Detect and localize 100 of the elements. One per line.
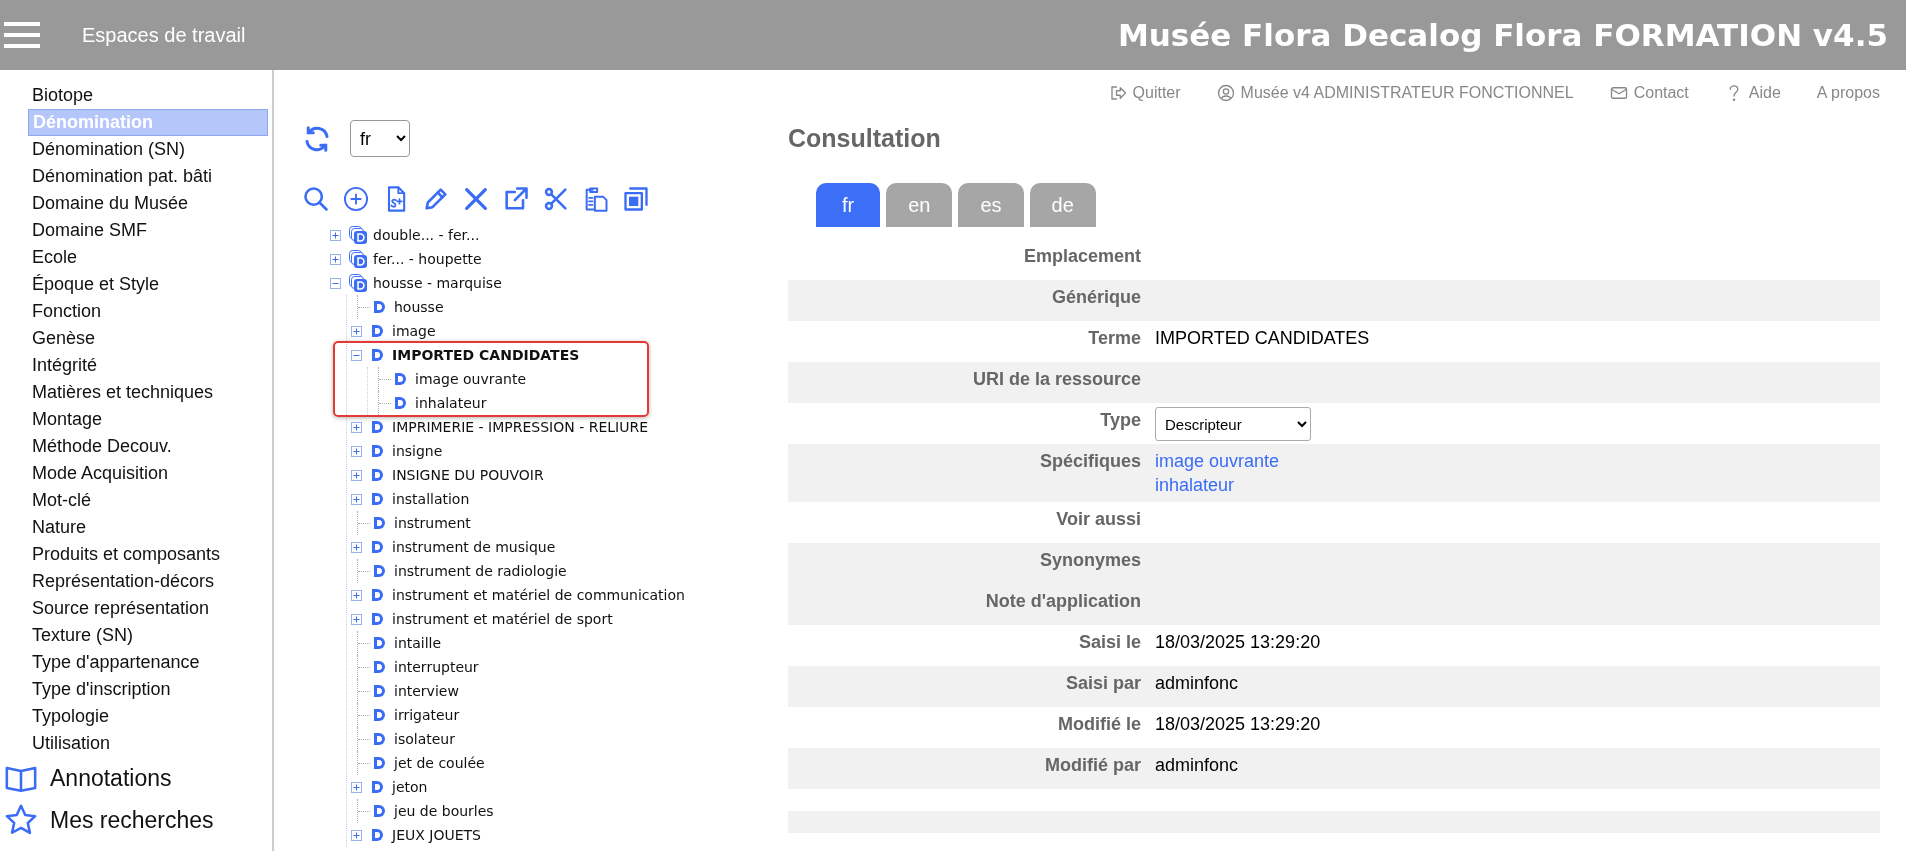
tree-item[interactable]: interrupteur xyxy=(394,659,479,675)
sidebar-item[interactable]: Biotope xyxy=(28,82,268,109)
expand-toggle[interactable] xyxy=(351,469,362,481)
d-icon xyxy=(370,348,384,362)
tree-item[interactable]: isolateur xyxy=(394,731,455,747)
tree-item[interactable]: instrument xyxy=(394,515,471,531)
language-tab[interactable]: fr xyxy=(816,183,881,227)
field-label: Spécifiques xyxy=(1038,451,1142,472)
term-link[interactable]: inhalateur xyxy=(1155,475,1280,496)
tree-item[interactable]: IMPRIMERIE - IMPRESSION - RELIURE xyxy=(392,419,648,435)
sidebar-item[interactable]: Matières et techniques xyxy=(28,379,268,406)
header-link[interactable]: Musée v4 ADMINISTRATEUR FONCTIONNEL xyxy=(1240,84,1574,102)
tree-item[interactable]: image ouvrante xyxy=(415,371,527,387)
copy-icon[interactable] xyxy=(622,185,650,213)
sidebar-item[interactable]: Mot-clé xyxy=(28,487,268,514)
sidebar-item[interactable]: Type d'inscription xyxy=(28,676,268,703)
expand-toggle[interactable] xyxy=(351,445,362,457)
d-icon xyxy=(370,588,384,602)
external-link-icon[interactable] xyxy=(502,185,530,213)
d-icon xyxy=(372,804,386,818)
tree-item[interactable]: interview xyxy=(394,683,459,699)
field-label: Saisi le xyxy=(1077,632,1142,653)
sidebar-item[interactable]: Montage xyxy=(28,406,268,433)
collapse-toggle[interactable] xyxy=(351,349,362,361)
tree-item[interactable]: image xyxy=(392,323,436,339)
sidebar-item[interactable]: Domaine SMF xyxy=(28,217,268,244)
expand-toggle[interactable] xyxy=(351,589,362,601)
scissors-icon[interactable] xyxy=(542,185,570,213)
section-link[interactable]: Annotations xyxy=(50,764,172,792)
expand-toggle[interactable] xyxy=(330,229,341,241)
header-link[interactable]: Aide xyxy=(1748,84,1781,102)
tree-item[interactable]: jeton xyxy=(392,779,428,795)
expand-toggle[interactable] xyxy=(330,253,341,265)
section-link[interactable]: Mes recherches xyxy=(50,806,214,834)
tree-item[interactable]: instrument et matériel de communication xyxy=(392,587,685,603)
mail-icon xyxy=(1609,84,1628,102)
sidebar-item[interactable]: Texture (SN) xyxy=(28,622,268,649)
tree-item[interactable]: instrument de radiologie xyxy=(394,563,567,579)
language-select[interactable]: fr xyxy=(350,120,410,157)
sidebar-item[interactable]: Méthode Decouv. xyxy=(28,433,268,460)
term-link[interactable]: image ouvrante xyxy=(1155,451,1280,472)
tree-item[interactable]: intaille xyxy=(394,635,442,651)
tree-item[interactable]: instrument de musique xyxy=(392,539,556,555)
sidebar-item[interactable]: Dénomination (SN) xyxy=(28,136,268,163)
delete-icon[interactable] xyxy=(462,185,490,213)
tree-item[interactable]: instrument et matériel de sport xyxy=(392,611,613,627)
d-icon xyxy=(370,444,384,458)
sidebar-item[interactable]: Représentation-décors xyxy=(28,568,268,595)
tree-item[interactable]: inhalateur xyxy=(415,395,487,411)
type-select[interactable]: Descripteur xyxy=(1155,407,1311,441)
d-icon xyxy=(372,708,386,722)
expand-toggle[interactable] xyxy=(351,541,362,553)
tree-item[interactable]: insigne xyxy=(392,443,443,459)
tree-item[interactable]: fer... - houpette xyxy=(373,251,482,267)
stacked-d-icon xyxy=(349,250,367,268)
expand-toggle[interactable] xyxy=(351,829,362,841)
header-link[interactable]: Contact xyxy=(1633,84,1689,102)
sidebar-item[interactable]: Utilisation xyxy=(28,730,268,757)
sidebar-item[interactable]: Typologie xyxy=(28,703,268,730)
sidebar-item[interactable]: Genèse xyxy=(28,325,268,352)
expand-toggle[interactable] xyxy=(351,613,362,625)
sidebar-item[interactable]: Domaine du Musée xyxy=(28,190,268,217)
add-circle-icon[interactable] xyxy=(342,185,370,213)
sidebar-item[interactable]: Produits et composants xyxy=(28,541,268,568)
edit-icon[interactable] xyxy=(422,185,450,213)
tree-item[interactable]: jeu de bourles xyxy=(394,803,494,819)
expand-toggle[interactable] xyxy=(351,493,362,505)
d-icon xyxy=(372,516,386,530)
sidebar-item[interactable]: Intégrité xyxy=(28,352,268,379)
tree-item[interactable]: IMPORTED CANDIDATES xyxy=(392,347,580,363)
sidebar-item[interactable]: Mode Acquisition xyxy=(28,460,268,487)
tree-item[interactable]: jet de coulée xyxy=(394,755,485,771)
tree-item[interactable]: housse xyxy=(394,299,444,315)
d-icon xyxy=(370,492,384,506)
sidebar-item[interactable]: Époque et Style xyxy=(28,271,268,298)
tree-item[interactable]: installation xyxy=(392,491,470,507)
sidebar-item[interactable]: Dénomination pat. bâti xyxy=(28,163,268,190)
app-title: Musée Flora Decalog Flora FORMATION v4.5 xyxy=(1117,17,1888,53)
field-label: Voir aussi xyxy=(1055,509,1142,530)
collapse-toggle[interactable] xyxy=(330,277,341,289)
expand-toggle[interactable] xyxy=(351,325,362,337)
tree-item[interactable]: JEUX JOUETS xyxy=(392,827,481,843)
sidebar-item[interactable]: Type d'appartenance xyxy=(28,649,268,676)
sidebar-item[interactable]: Nature xyxy=(28,514,268,541)
field-value: 18/03/2025 13:29:20 xyxy=(1155,714,1321,735)
tree-item[interactable]: double... - fer... xyxy=(373,227,480,243)
field-label: Emplacement xyxy=(1022,246,1142,267)
search-icon[interactable] xyxy=(302,185,330,213)
d-icon xyxy=(372,564,386,578)
tree-item[interactable]: INSIGNE DU POUVOIR xyxy=(392,467,544,483)
expand-toggle[interactable] xyxy=(351,421,362,433)
sidebar-item[interactable]: Source représentation xyxy=(28,595,268,622)
sidebar-item[interactable]: Fonction xyxy=(28,298,268,325)
sidebar-item[interactable]: Ecole xyxy=(28,244,268,271)
expand-toggle[interactable] xyxy=(351,781,362,793)
tree-item[interactable]: irrigateur xyxy=(394,707,460,723)
field-label: Note d'application xyxy=(984,591,1142,612)
tree-item[interactable]: housse - marquise xyxy=(373,275,502,291)
header-link[interactable]: Quitter xyxy=(1132,84,1181,102)
header-link[interactable]: A propos xyxy=(1816,84,1880,102)
